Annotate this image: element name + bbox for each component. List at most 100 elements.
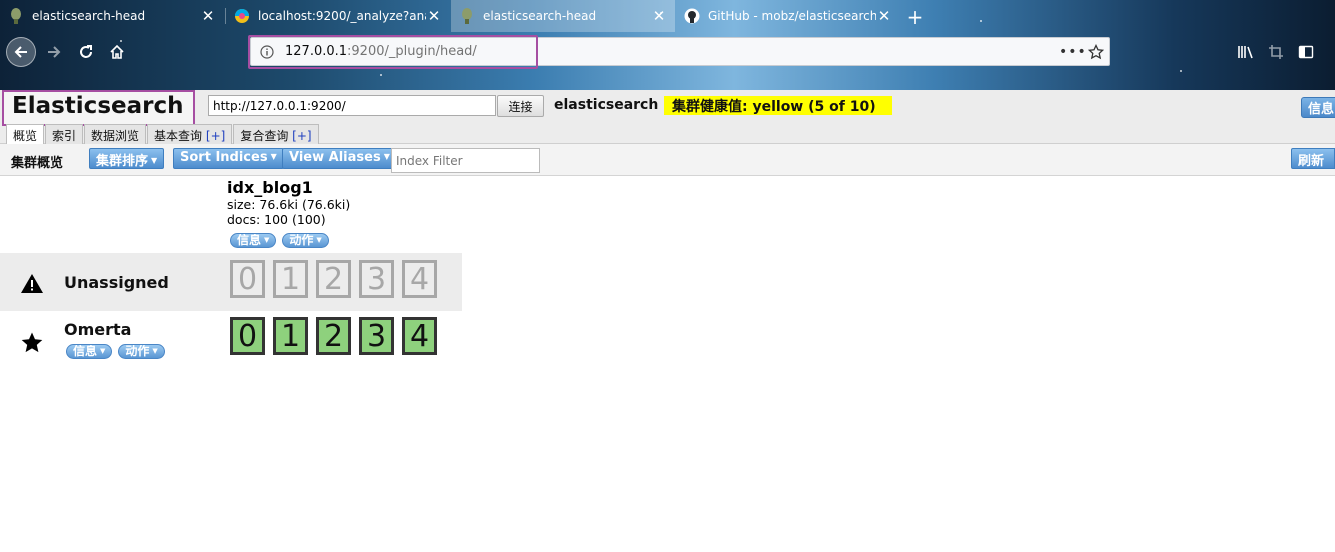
tab-any-request[interactable]: 复合查询 [+]: [233, 124, 319, 144]
bookmark-star-icon[interactable]: [1083, 43, 1109, 60]
node-name: Unassigned: [64, 273, 169, 292]
close-icon[interactable]: ✕: [200, 7, 216, 25]
tab-indices[interactable]: 索引: [45, 124, 84, 144]
close-icon[interactable]: ✕: [876, 7, 892, 25]
home-button[interactable]: [103, 38, 131, 66]
node-actions: 信息 ▼ 动作 ▼: [66, 344, 171, 359]
screenshot-button[interactable]: [1262, 38, 1290, 66]
elastic-head-icon: [8, 8, 24, 24]
index-size: size: 76.6ki (76.6ki): [227, 197, 351, 212]
warning-icon: [20, 272, 44, 296]
shard[interactable]: 1: [273, 317, 308, 355]
tab-label: 复合查询: [240, 129, 289, 143]
close-icon[interactable]: ✕: [651, 7, 667, 25]
tab-label: 数据浏览: [91, 129, 140, 143]
unassigned-node-row: Unassigned 0 1 2 3 4: [0, 253, 462, 311]
tab-add-link[interactable]: [+]: [206, 129, 225, 143]
elastic-head-icon: [459, 8, 475, 24]
index-header: idx_blog1 size: 76.6ki (76.6ki) docs: 10…: [227, 178, 350, 227]
connect-button[interactable]: 连接: [497, 95, 544, 117]
caret-down-icon: ▼: [383, 152, 390, 161]
shard[interactable]: 0: [230, 317, 265, 355]
browser-nav-bar: 127.0.0.1:9200/_plugin/head/ •••: [0, 32, 1335, 72]
shard[interactable]: 3: [359, 260, 394, 298]
index-action-button[interactable]: 动作 ▼: [282, 233, 329, 248]
toolbar-title: 集群概览: [11, 156, 64, 171]
caret-down-icon: ▼: [152, 347, 158, 355]
browser-tab-2[interactable]: localhost:9200/_analyze?analyze ✕: [226, 0, 450, 32]
index-info-button[interactable]: 信息 ▼: [230, 233, 277, 248]
tab-browser[interactable]: 数据浏览: [84, 124, 147, 144]
sort-cluster-dropdown[interactable]: 集群排序 ▼: [89, 148, 165, 169]
index-actions: 信息 ▼ 动作 ▼: [230, 233, 335, 248]
tab-structured-query[interactable]: 基本查询 [+]: [147, 124, 233, 144]
url-highlight-box: [248, 35, 538, 69]
reload-icon: [80, 45, 92, 58]
node-name: Omerta: [64, 320, 132, 339]
browser-tab-1[interactable]: elasticsearch-head ✕: [0, 0, 224, 32]
tab-add-link[interactable]: [+]: [292, 129, 311, 143]
pill-label: 信息: [237, 233, 262, 247]
dropdown-label: 集群排序: [96, 154, 149, 169]
sidebar-icon: [1298, 45, 1314, 59]
browser-tab-4[interactable]: GitHub - mobz/elasticsearch-h ✕: [676, 0, 900, 32]
crop-icon: [1269, 45, 1283, 59]
tab-overview[interactable]: 概览: [6, 124, 45, 145]
shard[interactable]: 4: [402, 260, 437, 298]
browser-tab-title: GitHub - mobz/elasticsearch-h: [708, 9, 876, 23]
omerta-node-row: Omerta 信息 ▼ 动作 ▼ 0 1 2 3 4: [0, 311, 462, 369]
reload-button[interactable]: [72, 38, 100, 66]
app-header: Elasticsearch 连接 elasticsearch 集群健康值: ye…: [0, 90, 1335, 145]
node-info-button[interactable]: 信息 ▼: [66, 344, 113, 359]
cluster-url-input[interactable]: [208, 95, 496, 116]
back-arrow-icon: [14, 46, 27, 58]
overview-toolbar: 集群概览 集群排序▼ Sort Indices▼ View Aliases▼ 刷…: [0, 144, 1335, 176]
close-icon[interactable]: ✕: [426, 7, 442, 25]
pill-label: 动作: [289, 233, 314, 247]
tab-label: 基本查询: [154, 129, 203, 143]
index-docs: docs: 100 (100): [227, 212, 326, 227]
unassigned-shards: 0 1 2 3 4: [230, 260, 445, 298]
info-button[interactable]: 信息: [1301, 97, 1335, 118]
caret-down-icon: ▼: [270, 152, 277, 161]
library-button[interactable]: [1232, 38, 1260, 66]
back-button[interactable]: [6, 37, 36, 67]
star-icon: [20, 331, 44, 355]
caret-down-icon: ▼: [151, 156, 158, 165]
index-filter-input[interactable]: [391, 148, 540, 173]
pill-label: 动作: [125, 344, 150, 358]
shard[interactable]: 2: [316, 260, 351, 298]
caret-down-icon: ▼: [100, 347, 106, 355]
tab-label: 索引: [52, 129, 77, 143]
forward-button[interactable]: [40, 38, 68, 66]
pill-label: 信息: [73, 344, 98, 358]
dropdown-label: Sort Indices: [180, 150, 268, 165]
app-tabs: 概览 索引 数据浏览 基本查询 [+] 复合查询 [+]: [6, 124, 320, 145]
caret-down-icon: ▼: [316, 236, 322, 244]
browser-tab-3[interactable]: elasticsearch-head ✕: [451, 0, 675, 32]
shard[interactable]: 3: [359, 317, 394, 355]
shard[interactable]: 2: [316, 317, 351, 355]
node-action-button[interactable]: 动作 ▼: [118, 344, 165, 359]
sort-indices-dropdown[interactable]: Sort Indices ▼: [173, 148, 284, 169]
page-actions-icon[interactable]: •••: [1059, 44, 1086, 60]
view-aliases-dropdown[interactable]: View Aliases ▼: [282, 148, 397, 169]
sidebar-toggle-button[interactable]: [1292, 38, 1320, 66]
browser-chrome: elasticsearch-head ✕ localhost:9200/_ana…: [0, 0, 1335, 90]
elastic-logo-icon: [234, 8, 250, 24]
home-icon: [110, 44, 124, 59]
browser-tab-title: localhost:9200/_analyze?analyze: [258, 9, 426, 23]
browser-tab-title: elasticsearch-head: [32, 9, 146, 23]
browser-tab-bar: elasticsearch-head ✕ localhost:9200/_ana…: [0, 0, 1335, 32]
cluster-health-badge: 集群健康值: yellow (5 of 10): [664, 96, 892, 115]
shard[interactable]: 1: [273, 260, 308, 298]
dropdown-label: View Aliases: [289, 150, 381, 165]
shard[interactable]: 4: [402, 317, 437, 355]
tab-label: 概览: [13, 129, 38, 143]
cluster-name: elasticsearch: [554, 97, 659, 113]
app-title: Elasticsearch: [2, 90, 195, 126]
github-icon: [684, 8, 700, 24]
shard[interactable]: 0: [230, 260, 265, 298]
new-tab-button[interactable]: +: [904, 5, 926, 29]
refresh-button[interactable]: 刷新: [1291, 148, 1335, 169]
